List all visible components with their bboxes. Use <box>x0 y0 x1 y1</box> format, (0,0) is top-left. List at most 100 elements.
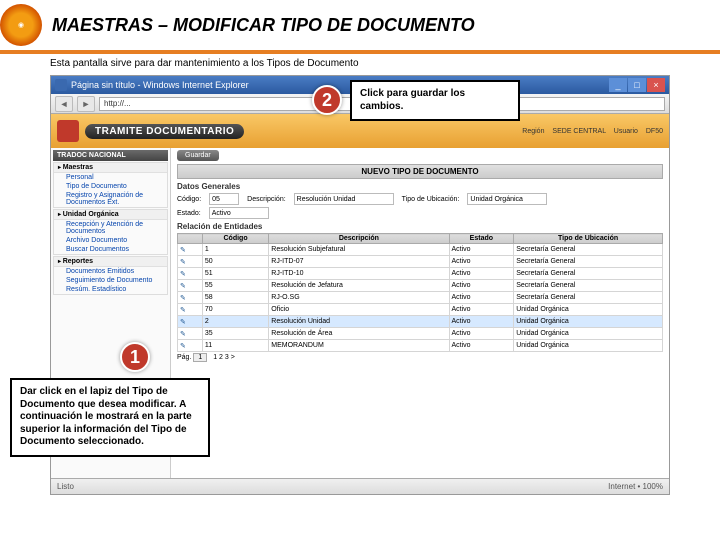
status-right: Internet • 100% <box>608 482 663 491</box>
minimize-button[interactable]: _ <box>609 78 627 92</box>
sidebar-group: MaestrasPersonalTipo de DocumentoRegistr… <box>53 162 168 208</box>
sidebar-item[interactable]: Registro y Asignación de Documentos Ext. <box>54 191 167 207</box>
col-desc: Descripción <box>269 234 449 244</box>
cell-estado: Activo <box>449 244 514 256</box>
sidebar-group-title[interactable]: Reportes <box>54 257 167 267</box>
cell-ubi: Unidad Orgánica <box>514 316 663 328</box>
user-value: DF50 <box>646 128 663 135</box>
tipo-field[interactable]: Unidad Orgánica <box>467 193 547 205</box>
cell-codigo: 11 <box>202 340 268 352</box>
status-bar: Listo Internet • 100% <box>51 478 669 494</box>
cell-estado: Activo <box>449 316 514 328</box>
cell-ubi: Secretaría General <box>514 268 663 280</box>
slide-header: ◉ MAESTRAS – MODIFICAR TIPO DE DOCUMENTO <box>0 0 720 54</box>
cell-codigo: 1 <box>202 244 268 256</box>
table-row[interactable]: ✎55Resolución de JefaturaActivoSecretarí… <box>178 280 663 292</box>
app-name: TRAMITE DOCUMENTARIO <box>85 124 244 139</box>
cell-codigo: 50 <box>202 256 268 268</box>
table-row[interactable]: ✎ 51RJ-ITD-10ActivoSecretaría General <box>178 268 663 280</box>
cell-ubi: Secretaría General <box>514 256 663 268</box>
pager: Pág. 1 1 2 3 > <box>177 354 663 361</box>
cell-desc: RJ-ITD-10 <box>269 268 449 280</box>
form-row-codigo: Código 05 Descripción Resolución Unidad … <box>177 193 663 205</box>
sidebar-group: Unidad OrgánicaRecepción y Atención de D… <box>53 209 168 255</box>
cell-codigo: 51 <box>202 268 268 280</box>
cell-codigo: 70 <box>202 304 268 316</box>
table-row[interactable]: ✎ 1Resolución SubjefaturalActivoSecretarí… <box>178 244 663 256</box>
cell-desc: Oficio <box>269 304 449 316</box>
save-button[interactable]: Guardar <box>177 150 219 161</box>
cell-desc: Resolución Subjefatural <box>269 244 449 256</box>
cell-estado: Activo <box>449 280 514 292</box>
sidebar-item[interactable]: Tipo de Documento <box>54 182 167 191</box>
slide-title: MAESTRAS – MODIFICAR TIPO DE DOCUMENTO <box>52 15 475 36</box>
sidebar-group: ReportesDocumentos EmitidosSeguimiento d… <box>53 256 168 295</box>
sidebar-item[interactable]: Seguimiento de Documento <box>54 276 167 285</box>
table-row[interactable]: ✎50RJ-ITD-07ActivoSecretaría General <box>178 256 663 268</box>
cell-ubi: Secretaría General <box>514 292 663 304</box>
entities-table: Código Descripción Estado Tipo de Ubicac… <box>177 233 663 352</box>
cell-estado: Activo <box>449 292 514 304</box>
pencil-icon[interactable]: ✎ <box>180 295 186 302</box>
tipo-label: Tipo de Ubicación <box>402 196 460 203</box>
estado-field[interactable]: Activo <box>209 207 269 219</box>
pencil-icon[interactable]: ✎ <box>180 259 186 266</box>
table-row[interactable]: ✎11MEMORANDUMActivoUnidad Orgánica <box>178 340 663 352</box>
slide-subtitle: Esta pantalla sirve para dar mantenimien… <box>50 58 720 69</box>
pencil-icon[interactable]: ✎ <box>180 247 186 254</box>
pencil-icon[interactable]: ✎ <box>180 343 186 350</box>
codigo-field[interactable]: 05 <box>209 193 239 205</box>
pencil-icon[interactable]: ✎ <box>180 331 186 338</box>
pencil-icon[interactable]: ✎ <box>180 319 186 326</box>
cell-codigo: 35 <box>202 328 268 340</box>
cell-ubi: Unidad Orgánica <box>514 304 663 316</box>
form-row-estado: Estado Activo <box>177 207 663 219</box>
sidebar-group-title[interactable]: Unidad Orgánica <box>54 210 167 220</box>
close-button[interactable]: × <box>647 78 665 92</box>
cell-desc: RJ-O.SG <box>269 292 449 304</box>
region-value: SEDE CENTRAL <box>552 128 605 135</box>
cell-estado: Activo <box>449 268 514 280</box>
sidebar-item[interactable]: Resúm. Estadístico <box>54 285 167 294</box>
cell-ubi: Secretaría General <box>514 244 663 256</box>
cell-estado: Activo <box>449 328 514 340</box>
sidebar-item[interactable]: Buscar Documentos <box>54 245 167 254</box>
callout-box-1: Dar click en el lapiz del Tipo de Docume… <box>10 378 210 457</box>
table-row[interactable]: ✎58RJ-O.SGActivoSecretaría General <box>178 292 663 304</box>
pencil-icon[interactable]: ✎ <box>180 307 186 314</box>
callout-box-2: Click para guardar los cambios. <box>350 80 520 121</box>
sidebar-item[interactable]: Documentos Emitidos <box>54 267 167 276</box>
sidebar-item[interactable]: Personal <box>54 173 167 182</box>
user-label: Usuario <box>614 128 638 135</box>
pager-links[interactable]: 1 2 3 > <box>213 354 235 361</box>
pencil-icon[interactable]: ✎ <box>180 283 186 290</box>
sidebar-item[interactable]: Archivo Documento <box>54 236 167 245</box>
back-button[interactable]: ◄ <box>55 96 73 112</box>
table-row[interactable]: ✎70OficioActivoUnidad Orgánica <box>178 304 663 316</box>
section-general: Datos Generales <box>177 182 663 191</box>
sidebar-item[interactable]: Recepción y Atención de Documentos <box>54 220 167 236</box>
col-ubi: Tipo de Ubicación <box>514 234 663 244</box>
col-codigo: Código <box>202 234 268 244</box>
table-row[interactable]: ✎35Resolución de ÁreaActivoUnidad Orgáni… <box>178 328 663 340</box>
pencil-icon[interactable]: ✎ <box>180 271 186 278</box>
maximize-button[interactable]: □ <box>628 78 646 92</box>
desc-field[interactable]: Resolución Unidad <box>294 193 394 205</box>
section-relation: Relación de Entidades <box>177 222 663 231</box>
sidebar-header: TRADOC NACIONAL <box>53 150 168 161</box>
pager-select[interactable]: 1 <box>193 353 207 362</box>
cell-ubi: Unidad Orgánica <box>514 340 663 352</box>
cell-desc: Resolución de Área <box>269 328 449 340</box>
callout-number-1: 1 <box>120 342 150 372</box>
region-label: Región <box>522 128 544 135</box>
callout-number-2: 2 <box>312 85 342 115</box>
browser-title: Página sin título - Windows Internet Exp… <box>71 80 609 90</box>
window-controls: _ □ × <box>609 78 665 92</box>
table-row[interactable]: ✎2Resolución UnidadActivoUnidad Orgánica <box>178 316 663 328</box>
cell-estado: Activo <box>449 256 514 268</box>
sidebar-group-title[interactable]: Maestras <box>54 163 167 173</box>
forward-button[interactable]: ► <box>77 96 95 112</box>
org-logo: ◉ <box>0 4 42 46</box>
cell-desc: Resolución de Jefatura <box>269 280 449 292</box>
app-brand: TRAMITE DOCUMENTARIO <box>57 120 244 142</box>
